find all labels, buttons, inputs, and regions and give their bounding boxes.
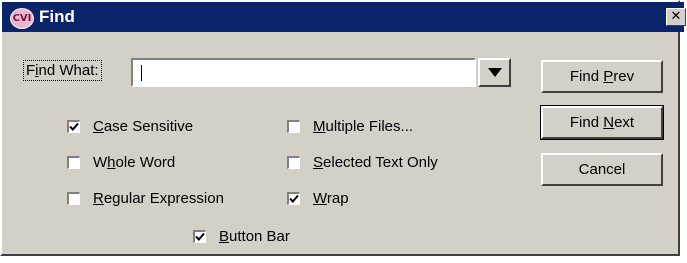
whole-word-suffix: ole Word (115, 154, 176, 171)
button-bar-label: Button Bar (219, 228, 290, 245)
find-prev-label-accel: P (603, 68, 614, 85)
wrap-box (287, 192, 300, 205)
find-what-dropdown-button[interactable] (478, 58, 511, 87)
cancel-label: Cancel (578, 161, 626, 178)
whole-word-box (67, 156, 80, 169)
regular-expression-accel: R (93, 190, 104, 207)
wrap-label: Wrap (313, 190, 349, 207)
multiple-files-suffix: ultiple Files... (325, 118, 414, 135)
regular-expression-label: Regular Expression (93, 190, 224, 207)
button-bar-box (193, 230, 206, 243)
multiple-files-box (287, 120, 300, 133)
case-sensitive-label: Case Sensitive (93, 118, 193, 135)
case-sensitive-box (67, 120, 80, 133)
checkmark-icon (289, 194, 299, 203)
find-what-label: Find What: (23, 60, 102, 81)
multiple-files-label: Multiple Files... (313, 118, 413, 135)
whole-word-accel: h (107, 154, 116, 171)
regular-expression-suffix: egular Expression (103, 190, 224, 207)
selected-text-only-suffix: elected Text Only (323, 154, 438, 171)
selected-text-only-box (287, 156, 300, 169)
checkmark-icon (69, 122, 79, 131)
find-next-label-prefix: Find (569, 114, 604, 131)
selected-text-only-label: Selected Text Only (313, 154, 438, 171)
case-sensitive-suffix: ase Sensitive (103, 118, 194, 135)
whole-word-prefix: W (93, 154, 108, 171)
find-prev-label-suffix: rev (613, 68, 635, 85)
button-bar-suffix: utton Bar (229, 228, 290, 245)
cvi-app-icon[interactable]: CVI (10, 8, 34, 29)
find-what-label-suffix: nd What: (38, 62, 99, 79)
find-next-label-suffix: ext (614, 114, 635, 131)
cancel-button[interactable]: Cancel (541, 153, 663, 186)
text-caret (141, 65, 142, 81)
case-sensitive-accel: C (93, 118, 104, 135)
wrap-accel: W (313, 190, 327, 207)
find-what-label-prefix: F (26, 62, 36, 79)
multiple-files-accel: M (313, 118, 326, 135)
close-icon: ✕ (670, 9, 682, 24)
find-next-button[interactable]: Find Next (540, 105, 664, 140)
whole-word-label: Whole Word (93, 154, 175, 171)
find-next-label-accel: N (603, 114, 615, 131)
window-title: Find (39, 7, 75, 26)
regular-expression-box (67, 192, 80, 205)
close-button[interactable]: ✕ (666, 8, 686, 26)
find-what-input[interactable] (131, 58, 476, 87)
checkmark-icon (195, 232, 205, 241)
triangle-down-icon (488, 68, 502, 77)
wrap-suffix: rap (326, 190, 349, 207)
title-bar[interactable]: CVI Find ✕ (2, 2, 686, 32)
selected-text-only-accel: S (313, 154, 324, 171)
find-prev-label-prefix: Find (569, 68, 604, 85)
find-prev-button[interactable]: Find Prev (541, 60, 663, 93)
button-bar-accel: B (219, 228, 230, 245)
